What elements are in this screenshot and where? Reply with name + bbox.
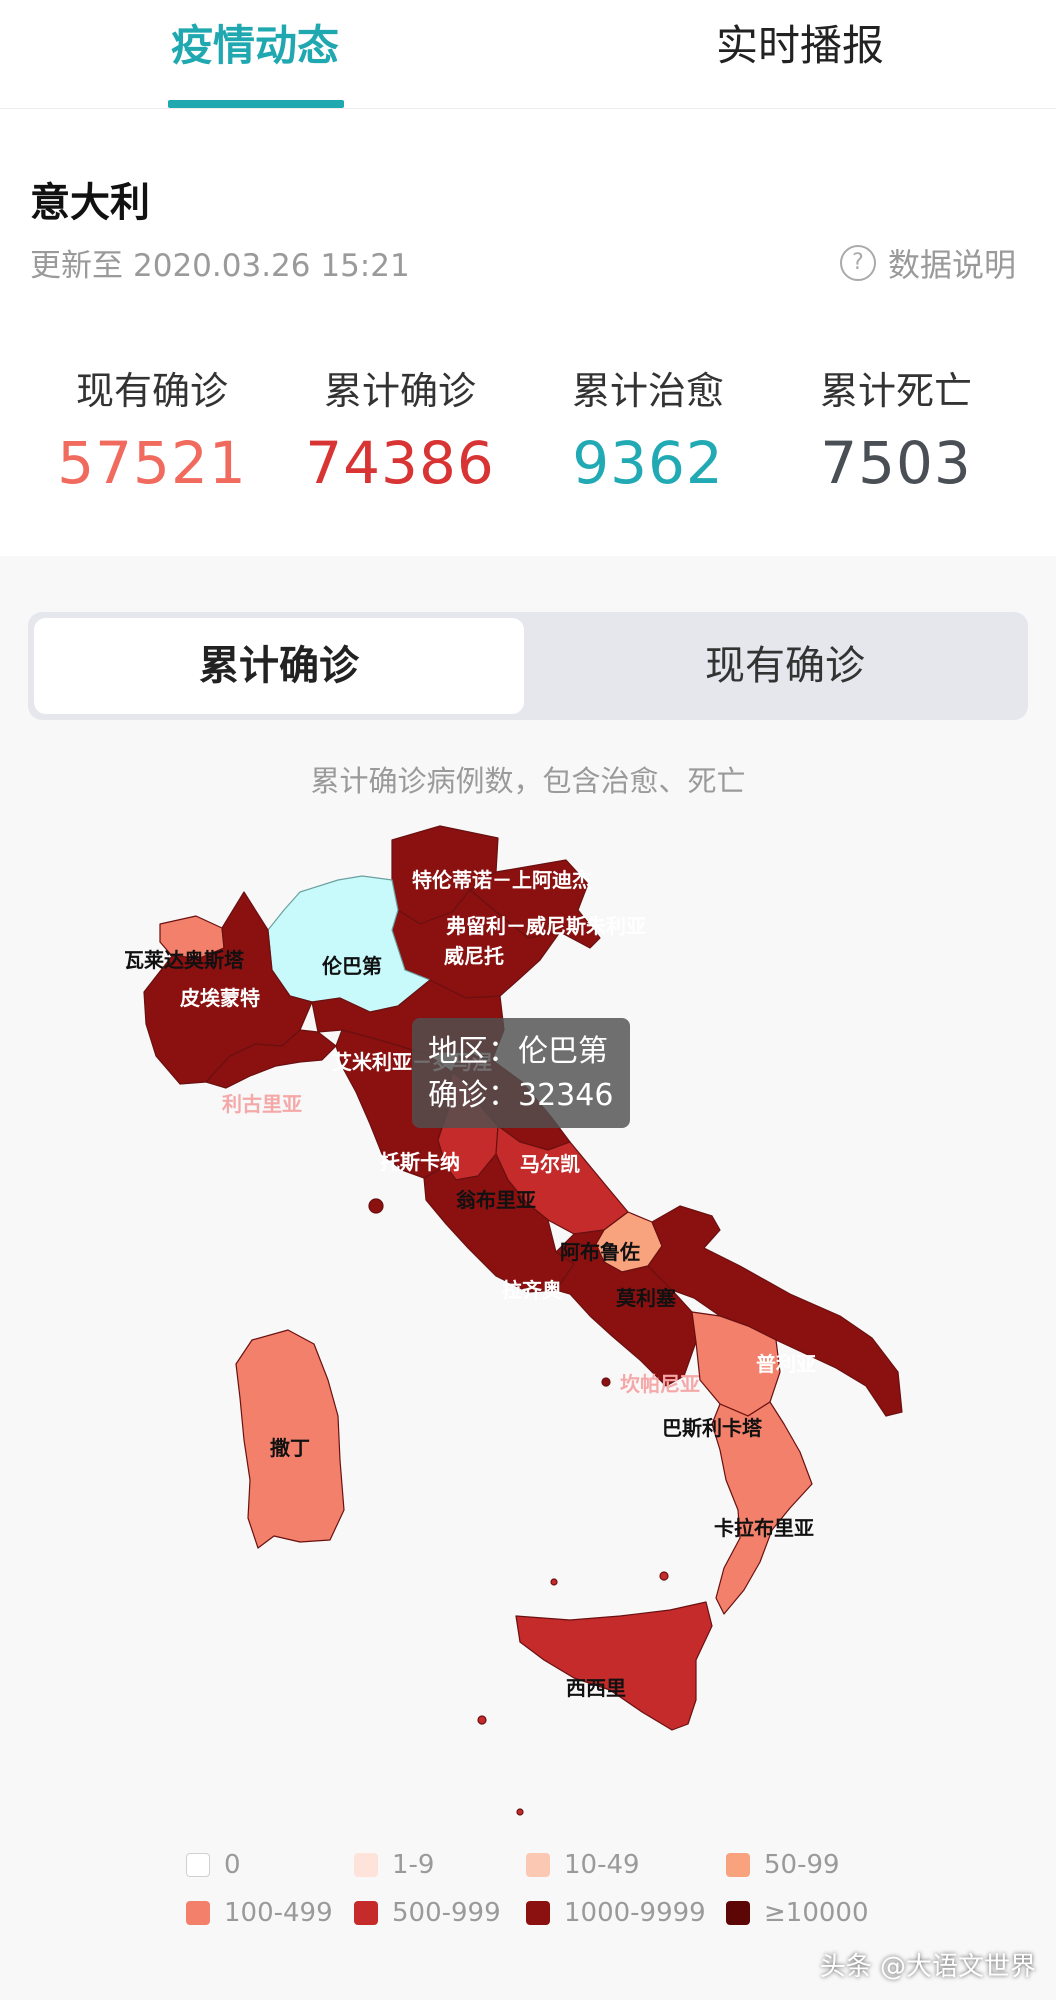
region-label: 莫利塞 — [616, 1286, 676, 1310]
region-label: 皮埃蒙特 — [180, 986, 260, 1010]
legend-swatch — [526, 1901, 550, 1925]
region-label: 翁布里亚 — [456, 1188, 536, 1212]
region-label: 瓦莱达奥斯塔 — [124, 948, 244, 972]
region-label: 普利亚 — [756, 1352, 816, 1376]
top-tab-bar: 疫情动态 实时播报 — [0, 0, 1056, 109]
legend-item[interactable]: 100-499 — [186, 1898, 333, 1928]
legend-label: 0 — [224, 1850, 241, 1880]
watermark: 头条 @大语文世界 — [819, 1952, 1036, 1982]
region-label: 弗留利－威尼斯朱利亚 — [446, 914, 646, 938]
region-label: 马尔凯 — [520, 1152, 580, 1176]
italy-map: 特伦蒂诺－上阿迪杰 弗留利－威尼斯朱利亚 威尼托 伦巴第 瓦莱达奥斯塔 皮埃蒙特… — [0, 820, 1056, 1820]
region-label: 拉齐奥 — [502, 1278, 562, 1302]
tab-epidemic-news[interactable]: 疫情动态 — [160, 14, 350, 78]
region-label: 伦巴第 — [322, 954, 382, 978]
island-pantelleria — [477, 1715, 487, 1725]
region-label: 坎帕尼亚 — [620, 1372, 700, 1396]
legend-label: 500-999 — [392, 1898, 501, 1928]
map-legend: 0 1-9 10-49 50-99 100-499 500-999 1000-9… — [0, 1850, 1056, 1960]
toggle-total-confirmed[interactable]: 累计确诊 — [34, 618, 524, 714]
data-info-link[interactable]: ? 数据说明 — [839, 240, 1016, 286]
legend-swatch — [354, 1901, 378, 1925]
country-title: 意大利 — [30, 180, 150, 226]
map-tooltip: 地区：伦巴第 确诊：32346 — [412, 1018, 630, 1128]
region-label: 利古里亚 — [222, 1092, 302, 1116]
tooltip-region: 地区：伦巴第 — [428, 1034, 608, 1069]
legend-label: 100-499 — [224, 1898, 333, 1928]
legend-item[interactable]: 0 — [186, 1850, 241, 1880]
legend-item[interactable]: 50-99 — [726, 1850, 840, 1880]
stat-deaths: 累计死亡 7503 — [772, 360, 1020, 497]
stat-value: 7503 — [820, 429, 972, 497]
stat-label: 现有确诊 — [75, 369, 228, 413]
question-circle-icon: ? — [839, 245, 876, 281]
stat-label: 累计确诊 — [323, 369, 476, 413]
update-timestamp: 2020.03.26 15:21 — [133, 248, 410, 284]
region-label: 阿布鲁佐 — [560, 1240, 640, 1264]
legend-item[interactable]: ≥10000 — [726, 1898, 869, 1928]
island-elba — [368, 1198, 384, 1214]
legend-swatch — [354, 1853, 378, 1877]
island-lampedusa — [516, 1808, 524, 1816]
stat-recovered: 累计治愈 9362 — [524, 360, 772, 497]
stat-current-confirmed: 现有确诊 57521 — [28, 360, 276, 497]
tab-live-report[interactable]: 实时播报 — [690, 14, 910, 78]
legend-swatch — [726, 1901, 750, 1925]
stat-value: 57521 — [57, 429, 247, 497]
legend-swatch — [186, 1901, 210, 1925]
update-prefix: 更新至 — [30, 248, 123, 284]
legend-item[interactable]: 10-49 — [526, 1850, 640, 1880]
island-ustica — [550, 1578, 558, 1586]
region-label: 威尼托 — [444, 944, 504, 968]
region-label: 托斯卡纳 — [380, 1150, 460, 1174]
legend-item[interactable]: 1000-9999 — [526, 1898, 706, 1928]
map-mode-toggle: 累计确诊 现有确诊 — [28, 612, 1028, 720]
region-label: 巴斯利卡塔 — [662, 1416, 762, 1440]
stat-value: 9362 — [572, 429, 724, 497]
legend-swatch — [186, 1853, 210, 1877]
stat-total-confirmed: 累计确诊 74386 — [276, 360, 524, 497]
island-capri — [601, 1377, 611, 1387]
data-info-label: 数据说明 — [887, 246, 1016, 284]
toggle-current-confirmed[interactable]: 现有确诊 — [548, 618, 1022, 714]
region-sicilia[interactable] — [515, 1601, 713, 1731]
map-description: 累计确诊病例数，包含治愈、死亡 — [310, 764, 746, 798]
stat-label: 累计死亡 — [819, 369, 972, 413]
stats-summary: 现有确诊 57521 累计确诊 74386 累计治愈 9362 累计死亡 750… — [0, 360, 1056, 520]
legend-item[interactable]: 500-999 — [354, 1898, 501, 1928]
legend-label: 50-99 — [764, 1850, 840, 1880]
region-label: 西西里 — [566, 1676, 626, 1700]
stat-label: 累计治愈 — [571, 369, 724, 413]
legend-label: 10-49 — [564, 1850, 640, 1880]
legend-label: 1-9 — [392, 1850, 435, 1880]
legend-label: 1000-9999 — [564, 1898, 706, 1928]
region-label: 撒丁 — [270, 1436, 310, 1460]
stat-value: 74386 — [305, 429, 495, 497]
region-label: 卡拉布里亚 — [714, 1516, 814, 1540]
active-tab-indicator — [168, 100, 344, 108]
legend-item[interactable]: 1-9 — [354, 1850, 434, 1880]
legend-swatch — [726, 1853, 750, 1877]
legend-label: ≥10000 — [764, 1898, 869, 1928]
region-label: 特伦蒂诺－上阿迪杰 — [412, 868, 592, 892]
tooltip-confirmed: 确诊：32346 — [428, 1078, 614, 1113]
update-time: 更新至 2020.03.26 15:21 — [30, 240, 410, 285]
island-aeolian — [659, 1571, 669, 1581]
legend-swatch — [526, 1853, 550, 1877]
